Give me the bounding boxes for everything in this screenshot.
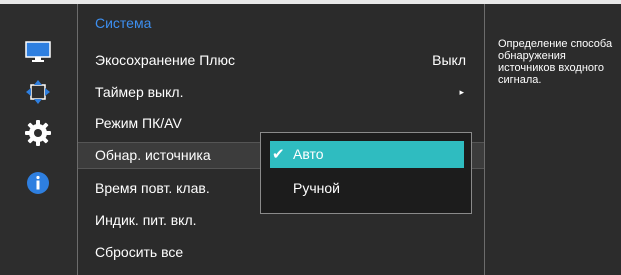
monitor-osd-menu: Система Экосохранение Плюс Выкл Таймер в… [0,4,621,275]
information-icon[interactable] [25,170,51,196]
option-manual[interactable]: Ручной [270,175,464,202]
menu-item-label: Обнар. источника [95,147,211,163]
source-detection-submenu: ✔ Авто Ручной [260,132,472,214]
menu-item-label: Сбросить все [95,244,184,260]
help-description: Определение способа обнаружения источник… [498,38,613,86]
menu-item-label: Индик. пит. вкл. [95,212,197,228]
menu-item-label: Экосохранение Плюс [95,52,235,68]
category-sidebar [0,4,77,275]
picture-monitor-icon[interactable] [25,38,51,64]
option-label: Ручной [293,180,340,196]
menu-item-label: Режим ПК/AV [95,115,182,131]
menu-item-eco-saving[interactable]: Экосохранение Плюс Выкл [78,47,484,74]
checkmark-icon: ✔ [272,146,285,163]
submenu-arrow-icon: ▸ [459,87,464,97]
onscreen-display-icon[interactable] [25,79,51,105]
option-label: Авто [293,146,324,162]
option-auto[interactable]: ✔ Авто [270,141,464,168]
menu-item-label: Время повт. клав. [95,180,210,196]
menu-item-off-timer[interactable]: Таймер выкл. ▸ [78,79,484,106]
system-gear-icon[interactable] [25,120,51,146]
menu-title: Система [95,15,152,31]
menu-item-reset-all[interactable]: Сбросить все [78,239,484,266]
menu-item-value: Выкл [432,52,466,68]
menu-item-label: Таймер выкл. [95,84,184,100]
